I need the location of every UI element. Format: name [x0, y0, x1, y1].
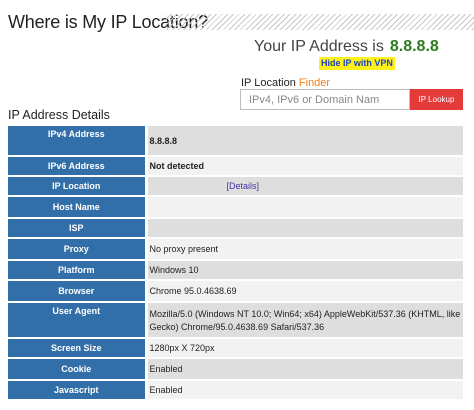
row-label-isp: ISP	[8, 218, 148, 239]
table-row: ISP	[8, 218, 463, 239]
row-value-screen-size: 1280px X 720px	[146, 338, 463, 359]
row-label-browser: Browser	[8, 280, 148, 303]
row-label-platform: Platform	[8, 260, 148, 281]
ip-location-finder-label: IP Location Finder	[241, 77, 330, 89]
table-row: Screen Size 1280px X 720px	[8, 338, 463, 359]
row-label-proxy: Proxy	[8, 238, 148, 261]
row-label-screen-size: Screen Size	[8, 338, 148, 359]
your-ip-label: Your IP Address is	[254, 38, 384, 55]
row-value-isp	[146, 218, 463, 239]
row-label-ipv6: IPv6 Address	[8, 156, 148, 177]
your-ip-summary: Your IP Address is 8.8.8.8	[254, 38, 439, 56]
table-row: IPv4 Address 8.8.8.8	[8, 126, 463, 157]
row-value-ip-location: [Details]	[146, 176, 463, 197]
row-label-host-name: Host Name	[8, 196, 148, 219]
row-label-cookie: Cookie	[8, 358, 148, 381]
table-row: Host Name	[8, 196, 463, 219]
row-value-user-agent: Mozilla/5.0 (Windows NT 10.0; Win64; x64…	[146, 302, 463, 339]
page-header: Where is My IP Location?	[0, 0, 474, 34]
row-value-cookie: Enabled	[146, 358, 463, 381]
details-link[interactable]: [Details]	[227, 181, 260, 191]
row-value-browser: Chrome 95.0.4638.69	[146, 280, 463, 303]
table-row: User Agent Mozilla/5.0 (Windows NT 10.0;…	[8, 302, 463, 339]
table-row: Browser Chrome 95.0.4638.69	[8, 280, 463, 303]
details-section-title: IP Address Details	[8, 108, 110, 122]
table-row: IPv6 Address Not detected	[8, 156, 463, 177]
row-label-user-agent: User Agent	[8, 302, 148, 339]
finder-label-main: IP Location	[241, 77, 296, 89]
ip-details-table: IPv4 Address 8.8.8.8 IPv6 Address Not de…	[8, 126, 463, 401]
your-ip-value: 8.8.8.8	[389, 38, 439, 55]
row-label-javascript: Javascript	[8, 380, 148, 401]
header-stripe-decoration	[165, 14, 474, 30]
row-value-ipv4: 8.8.8.8	[146, 126, 463, 157]
row-value-ipv6: Not detected	[146, 156, 463, 177]
row-value-host-name	[146, 196, 463, 219]
table-row: Javascript Enabled	[8, 380, 463, 401]
hide-ip-vpn-link[interactable]: Hide IP with VPN	[319, 57, 395, 70]
row-value-proxy: No proxy present	[146, 238, 463, 261]
ip-lookup-button[interactable]: IP Lookup	[410, 89, 463, 110]
table-row: IP Location [Details]	[8, 176, 463, 197]
finder-label-accent: Finder	[298, 77, 331, 89]
row-value-javascript: Enabled	[146, 380, 463, 401]
row-label-ipv4: IPv4 Address	[8, 126, 148, 157]
table-row: Cookie Enabled	[8, 358, 463, 381]
row-label-ip-location: IP Location	[8, 176, 148, 197]
ip-lookup-input[interactable]	[240, 89, 410, 110]
table-row: Platform Windows 10	[8, 260, 463, 281]
row-value-platform: Windows 10	[146, 260, 463, 281]
table-row: Proxy No proxy present	[8, 238, 463, 261]
